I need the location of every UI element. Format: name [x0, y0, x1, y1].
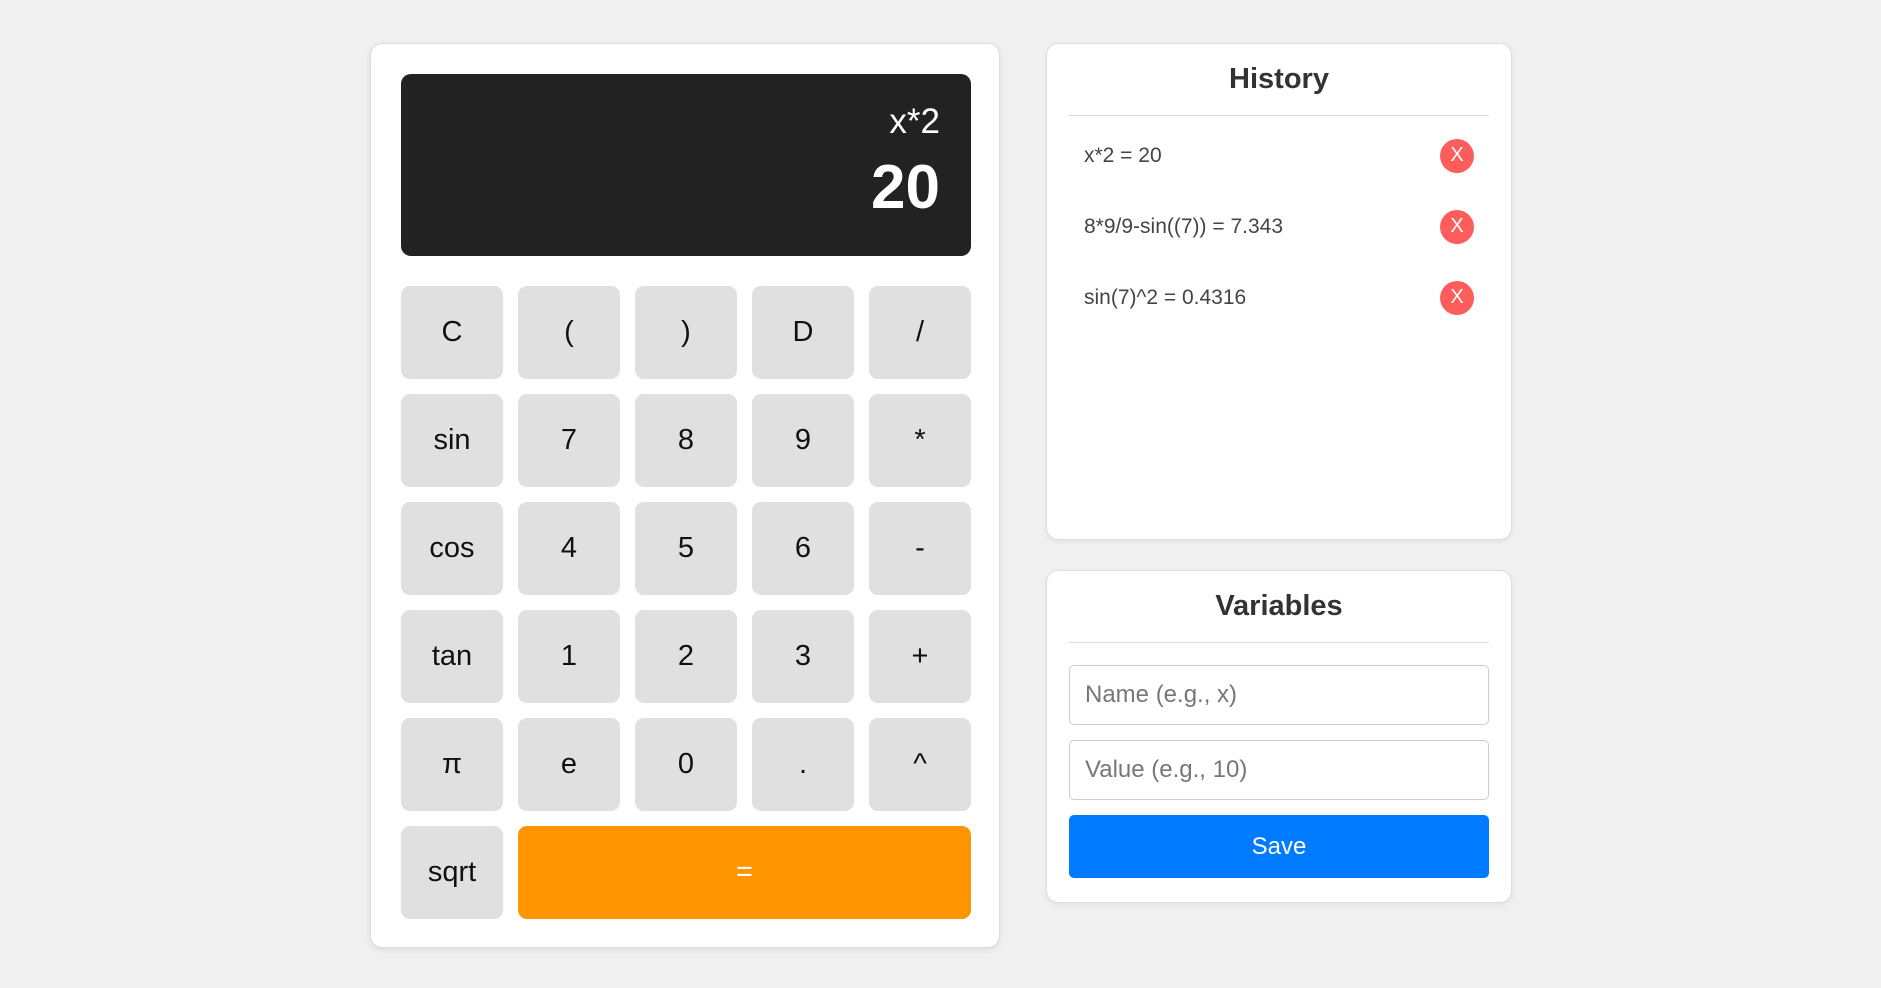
variables-title: Variables	[1069, 571, 1489, 643]
delete-history-button[interactable]: X	[1440, 209, 1474, 244]
display-expression: x*2	[889, 102, 940, 141]
key-open-paren[interactable]: (	[518, 286, 620, 379]
key-7[interactable]: 7	[518, 394, 620, 487]
key-sqrt[interactable]: sqrt	[401, 826, 503, 919]
history-title: History	[1069, 44, 1489, 116]
key-pi[interactable]: π	[401, 718, 503, 811]
history-item[interactable]: 8*9/9-sin((7)) = 7.343 X	[1069, 191, 1489, 262]
calculator: x*2 20 C ( ) D / sin 7 8 9 * cos 4 5 6 -…	[370, 43, 1000, 948]
variable-value-input[interactable]	[1069, 740, 1489, 800]
history-item-text: 8*9/9-sin((7)) = 7.343	[1084, 214, 1284, 238]
display-result: 20	[871, 153, 940, 222]
key-tan[interactable]: tan	[401, 610, 503, 703]
key-decimal[interactable]: .	[752, 718, 854, 811]
key-add[interactable]: +	[869, 610, 971, 703]
key-4[interactable]: 4	[518, 502, 620, 595]
key-divide[interactable]: /	[869, 286, 971, 379]
key-8[interactable]: 8	[635, 394, 737, 487]
key-2[interactable]: 2	[635, 610, 737, 703]
delete-history-button[interactable]: X	[1440, 280, 1474, 315]
history-list: x*2 = 20 X 8*9/9-sin((7)) = 7.343 X sin(…	[1069, 138, 1489, 333]
key-9[interactable]: 9	[752, 394, 854, 487]
history-item-text: sin(7)^2 = 0.4316	[1084, 285, 1247, 309]
history-item-text: x*2 = 20	[1084, 143, 1162, 167]
key-5[interactable]: 5	[635, 502, 737, 595]
key-cos[interactable]: cos	[401, 502, 503, 595]
keypad: C ( ) D / sin 7 8 9 * cos 4 5 6 - tan 1 …	[401, 286, 971, 919]
history-item[interactable]: x*2 = 20 X	[1069, 120, 1489, 191]
key-sin[interactable]: sin	[401, 394, 503, 487]
key-close-paren[interactable]: )	[635, 286, 737, 379]
variables-panel: Variables Save	[1046, 570, 1512, 903]
key-0[interactable]: 0	[635, 718, 737, 811]
delete-history-button[interactable]: X	[1440, 138, 1474, 173]
key-power[interactable]: ^	[869, 718, 971, 811]
key-equals[interactable]: =	[518, 826, 971, 919]
key-multiply[interactable]: *	[869, 394, 971, 487]
key-6[interactable]: 6	[752, 502, 854, 595]
key-3[interactable]: 3	[752, 610, 854, 703]
key-subtract[interactable]: -	[869, 502, 971, 595]
key-e[interactable]: e	[518, 718, 620, 811]
key-clear[interactable]: C	[401, 286, 503, 379]
key-1[interactable]: 1	[518, 610, 620, 703]
save-variable-button[interactable]: Save	[1069, 815, 1489, 878]
calculator-display: x*2 20	[401, 74, 971, 256]
key-delete[interactable]: D	[752, 286, 854, 379]
variable-name-input[interactable]	[1069, 665, 1489, 725]
history-panel: History x*2 = 20 X 8*9/9-sin((7)) = 7.34…	[1046, 43, 1512, 540]
history-item[interactable]: sin(7)^2 = 0.4316 X	[1069, 262, 1489, 333]
